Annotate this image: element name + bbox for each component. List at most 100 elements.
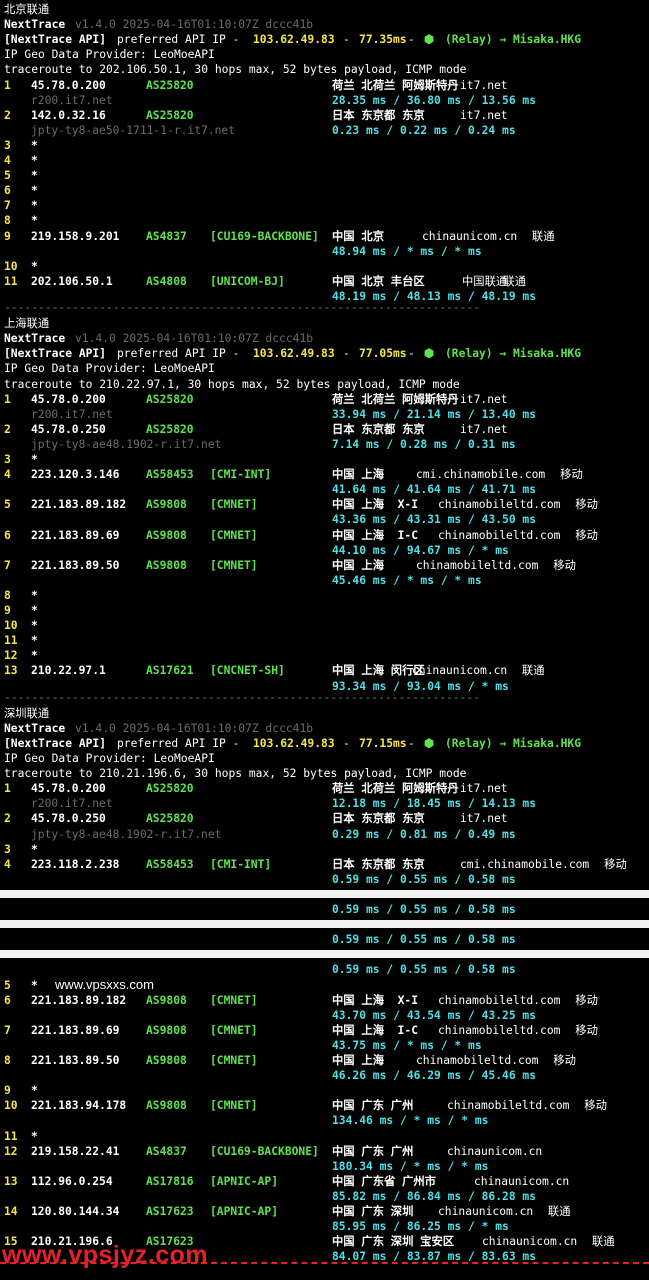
hop-timeout: *: [31, 842, 38, 856]
hop-timeout: *: [31, 1084, 38, 1098]
hop-ip: 45.78.0.200: [31, 392, 106, 406]
version-text: v1.4.0 2025-04-16T01:10:07Z dccc41b: [75, 721, 314, 735]
hop-org: it7.net: [460, 108, 508, 122]
hop-geo: 日本 东京都 东京: [332, 108, 425, 122]
hop-rtt-text: 46.26 ms / 46.29 ms / 45.46 ms: [332, 1069, 537, 1083]
hop-number: 9: [4, 1084, 11, 1098]
hop-asn: AS4837: [146, 229, 187, 243]
hop-org: chinamobileltd.com: [416, 558, 539, 572]
hop-geo: 中国 上海 I-C: [332, 1023, 418, 1037]
hop-number: 7: [4, 1023, 11, 1037]
hop-number: 7: [4, 199, 11, 213]
hop-isp: 联通: [521, 664, 545, 678]
hop-asn: AS9808: [146, 558, 187, 572]
watermark-top: www.vpsxxs.com: [55, 977, 154, 992]
hop-number: 6: [4, 528, 11, 542]
hop-tag: [CMNET]: [210, 528, 258, 542]
hop-rtt-text: 0.29 ms / 0.81 ms / 0.49 ms: [332, 827, 516, 841]
hop-geo: 中国 上海 X-I: [332, 993, 418, 1007]
hop-geo: 中国 广东 广州: [332, 1144, 414, 1158]
hop-tag: [CMNET]: [210, 558, 258, 572]
hop-number: 2: [4, 422, 11, 436]
hop-asn: AS58453: [146, 468, 194, 482]
hop-asn: AS9808: [146, 528, 187, 542]
api-label: [NextTrace API]: [4, 347, 107, 361]
app-name: NextTrace: [4, 332, 66, 346]
hop-tag: [CMNET]: [210, 993, 258, 1007]
relay-icon: ⬢: [424, 33, 434, 47]
hop-timeout: *: [31, 634, 38, 648]
hop-rtt-text: 43.75 ms / * ms / * ms: [332, 1038, 482, 1052]
hop-timeout: *: [31, 138, 38, 152]
redaction-band: [0, 920, 649, 929]
traceroute-text: traceroute to 210.21.196.6, 30 hops max,…: [4, 767, 467, 781]
hop-timeout: *: [31, 199, 38, 213]
hop-asn: AS9808: [146, 1099, 187, 1113]
app-name: NextTrace: [4, 18, 66, 32]
hop-tag: [UNICOM-BJ]: [210, 274, 285, 288]
hop-asn: AS58453: [146, 857, 194, 871]
hop-geo: 中国 北京 丰台区: [332, 274, 425, 288]
hop-isp: 移动: [575, 498, 598, 512]
hop-rtt-text: 7.14 ms / 0.28 ms / 0.31 ms: [332, 437, 516, 451]
hop-tag: [CMNET]: [210, 498, 258, 512]
hop-tag: [CMI-INT]: [210, 857, 272, 871]
hop-asn: AS17816: [146, 1174, 194, 1188]
hop-number: 6: [4, 184, 11, 198]
hop-ip: 112.96.0.254: [31, 1174, 113, 1188]
hop-asn: AS25820: [146, 78, 194, 92]
hop-number: 10: [4, 619, 18, 633]
hop-geo: 中国 上海: [332, 1054, 384, 1067]
hop-tag: [CMNET]: [210, 1099, 258, 1113]
hop-rtt-text: 85.82 ms / 86.84 ms / 86.28 ms: [332, 1189, 537, 1203]
hop-org: chinamobileltd.com: [438, 498, 561, 512]
hop-number: 10: [4, 1099, 18, 1113]
hop-org: chinamobileltd.com: [416, 1054, 539, 1067]
hop-geo: 中国 上海: [332, 468, 384, 482]
hop-number: 1: [4, 782, 11, 796]
hop-geo: 日本 东京都 东京: [332, 812, 425, 826]
hop-isp: 移动: [575, 1023, 598, 1037]
redaction-band: [0, 889, 649, 898]
api-latency: 77.05ms: [359, 347, 407, 361]
geo-provider: IP Geo Data Provider: LeoMoeAPI: [4, 48, 215, 62]
dash: -: [343, 33, 350, 47]
hop-number: 2: [4, 812, 11, 826]
hop-tag: [CMI-INT]: [210, 468, 272, 482]
hop-ip: 219.158.9.201: [31, 229, 120, 243]
hop-rtt-text: 48.94 ms / * ms / * ms: [332, 244, 482, 258]
api-label: [NextTrace API]: [4, 736, 107, 750]
hop-asn: AS4808: [146, 274, 187, 288]
hop-number: 8: [4, 588, 11, 602]
hop-geo: 日本 东京都 东京: [332, 857, 425, 871]
api-label: [NextTrace API]: [4, 33, 107, 47]
hop-ip: 221.183.89.69: [31, 1023, 120, 1037]
hop-number: 12: [4, 649, 18, 663]
hop-rtt-text: 28.35 ms / 36.80 ms / 13.56 ms: [332, 93, 537, 107]
dash2: -: [408, 736, 415, 750]
hop-hostname: jpty-ty8-ae48.1902-r.it7.net: [31, 827, 222, 841]
hop-ip: 45.78.0.200: [31, 782, 106, 796]
hop-isp: 联通: [531, 229, 555, 243]
hop-number: 8: [4, 214, 11, 228]
hop-number: 7: [4, 558, 11, 572]
hop-tag: [CNCNET-SH]: [210, 664, 285, 678]
dash: -: [343, 347, 350, 361]
api-text: preferred API IP -: [117, 736, 240, 750]
hop-ip: 45.78.0.200: [31, 78, 106, 92]
hop-rtt-text: 0.23 ms / 0.22 ms / 0.24 ms: [332, 123, 516, 137]
api-ip: 103.62.49.83: [253, 347, 335, 361]
hop-org: it7.net: [460, 78, 508, 92]
hop-geo: 荷兰 北荷兰 阿姆斯特丹: [332, 78, 459, 92]
api-latency: 77.15ms: [359, 736, 407, 750]
hop-isp: 移动: [553, 558, 576, 572]
hop-number: 11: [4, 1129, 18, 1143]
hop-hostname: jpty-ty8-ae48.1902-r.it7.net: [31, 437, 222, 451]
hop-timeout: *: [31, 604, 38, 617]
hop-geo: 中国 广东省 广州市: [332, 1174, 436, 1188]
hop-timeout: *: [31, 184, 38, 198]
hop-rtt-text: 43.70 ms / 43.54 ms / 43.25 ms: [332, 1008, 537, 1022]
hop-timeout: *: [31, 1129, 38, 1143]
hop-asn: AS4837: [146, 1144, 187, 1158]
separator-text: ----------------------------------------…: [4, 690, 481, 704]
